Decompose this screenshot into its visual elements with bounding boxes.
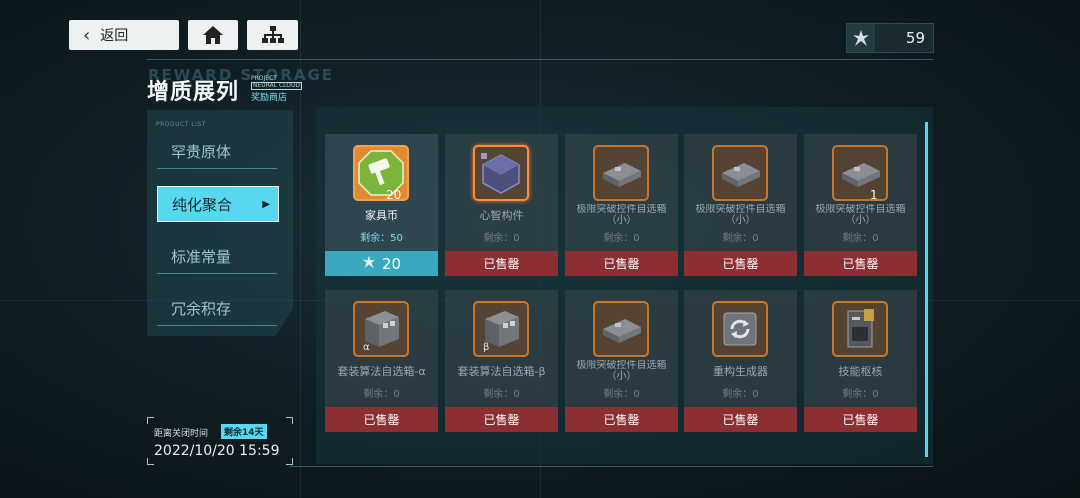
frame-divider: [290, 466, 933, 467]
sidebar-caption: PRODUCT LIST: [156, 121, 206, 128]
sold-out-button: 已售罄: [804, 251, 917, 276]
shop-item-card[interactable]: 1 极限突破控件自选箱（小） 剩余：0 已售罄: [804, 134, 917, 276]
item-name: 套装算法自选箱-α: [337, 365, 426, 378]
sold-out-button: 已售罄: [804, 407, 917, 432]
item-name: 极限突破控件自选箱（小）: [695, 204, 786, 226]
skill-core-icon: [832, 301, 888, 357]
item-remaining: 剩余：0: [842, 389, 879, 400]
close-time-label: 距离关闭时间: [154, 429, 209, 439]
back-button[interactable]: ‹ 返回: [69, 20, 179, 50]
shop-subtitle: 奖励商店: [251, 93, 288, 103]
sold-out-button: 已售罄: [445, 407, 558, 432]
algorithm-box-icon: α: [353, 301, 409, 357]
item-remaining: 剩余：0: [722, 389, 759, 400]
currency-value: 59: [905, 29, 925, 47]
item-name: 技能枢核: [838, 365, 883, 378]
corner-bracket: [286, 458, 293, 465]
corner-bracket: [286, 417, 293, 424]
item-name: 重构生成器: [713, 365, 768, 378]
item-remaining: 剩余：50: [360, 233, 403, 244]
sidebar-item-purified-aggregate[interactable]: 纯化聚合 ▶: [157, 186, 279, 222]
rebuild-generator-icon: [712, 301, 768, 357]
scrollbar[interactable]: [925, 122, 928, 457]
frame-divider: [147, 59, 933, 60]
corner-bracket: [147, 458, 154, 465]
mind-component-icon: [473, 145, 529, 201]
algorithm-box-icon: β: [473, 301, 529, 357]
chevron-left-icon: ‹: [83, 24, 91, 46]
item-remaining: 剩余：0: [483, 389, 520, 400]
project-line2: NEURAL CLOUD: [251, 82, 303, 90]
sidebar-item-label: 罕贵原体: [171, 142, 232, 161]
sidebar-item-redundant-storage[interactable]: 冗余积存: [157, 291, 277, 326]
item-name: 心智构件: [479, 209, 524, 222]
hierarchy-icon: [261, 26, 284, 43]
selector-box-icon: [712, 145, 768, 201]
shop-item-card[interactable]: 心智构件 剩余：0 已售罄: [445, 134, 558, 276]
sold-out-button: 已售罄: [684, 407, 797, 432]
sold-out-button: 已售罄: [445, 251, 558, 276]
item-name: 极限突破控件自选箱（小）: [576, 204, 667, 226]
item-name: 极限突破控件自选箱（小）: [576, 360, 667, 382]
variant-tag: α: [363, 342, 370, 353]
item-remaining: 剩余：0: [483, 233, 520, 244]
buy-button[interactable]: 20: [325, 251, 438, 276]
shop-item-card[interactable]: 技能枢核 剩余：0 已售罄: [804, 290, 917, 432]
item-remaining: 剩余：0: [363, 389, 400, 400]
crystal-shard-icon: [847, 24, 875, 52]
page-title: 增质展列: [147, 80, 240, 105]
item-name: 家具币: [365, 209, 398, 222]
navigation-map-button[interactable]: [247, 20, 298, 50]
shop-item-card[interactable]: α 套装算法自选箱-α 剩余：0 已售罄: [325, 290, 438, 432]
item-remaining: 剩余：0: [722, 233, 759, 244]
shop-item-card[interactable]: 极限突破控件自选箱（小） 剩余：0 已售罄: [565, 290, 678, 432]
back-label: 返回: [100, 28, 129, 44]
shop-item-card[interactable]: 重构生成器 剩余：0 已售罄: [684, 290, 797, 432]
sold-out-button: 已售罄: [325, 407, 438, 432]
sold-out-button: 已售罄: [565, 251, 678, 276]
item-remaining: 剩余：0: [603, 389, 640, 400]
selector-box-icon: [593, 145, 649, 201]
variant-tag: β: [483, 342, 490, 353]
item-remaining: 剩余：0: [603, 233, 640, 244]
sidebar-item-label: 纯化聚合: [172, 195, 233, 214]
item-name: 套装算法自选箱-β: [457, 365, 546, 378]
sidebar-item-rare-prototype[interactable]: 罕贵原体: [157, 134, 277, 169]
remaining-days-badge: 剩余14天: [221, 424, 267, 439]
item-remaining: 剩余：0: [842, 233, 879, 244]
corner-bracket: [147, 417, 154, 424]
sold-out-button: 已售罄: [565, 407, 678, 432]
project-logo: PROJECT NEURAL CLOUD: [251, 76, 303, 90]
sidebar-item-label: 标准常量: [171, 247, 232, 266]
crystal-shard-icon: [362, 255, 376, 273]
shop-item-card[interactable]: β 套装算法自选箱-β 剩余：0 已售罄: [445, 290, 558, 432]
home-icon: [203, 26, 223, 44]
shop-close-info: 距离关闭时间 剩余14天 2022/10/20 15:59: [147, 417, 293, 465]
shop-item-card[interactable]: 极限突破控件自选箱（小） 剩余：0 已售罄: [684, 134, 797, 276]
shop-item-card[interactable]: 20 家具币 剩余：50 20: [325, 134, 438, 276]
sidebar-item-label: 冗余积存: [171, 299, 232, 318]
selector-box-icon: [593, 301, 649, 357]
shop-item-card[interactable]: 极限突破控件自选箱（小） 剩余：0 已售罄: [565, 134, 678, 276]
sidebar-item-standard-constant[interactable]: 标准常量: [157, 239, 277, 274]
item-name: 极限突破控件自选箱（小）: [815, 204, 906, 226]
sold-out-button: 已售罄: [684, 251, 797, 276]
play-arrow-icon: ▶: [262, 198, 270, 210]
currency-display: 59: [846, 23, 934, 53]
selector-box-icon: [832, 145, 888, 201]
home-button[interactable]: [188, 20, 238, 50]
close-date: 2022/10/20 15:59: [154, 443, 280, 459]
price-label: 20: [381, 254, 402, 273]
